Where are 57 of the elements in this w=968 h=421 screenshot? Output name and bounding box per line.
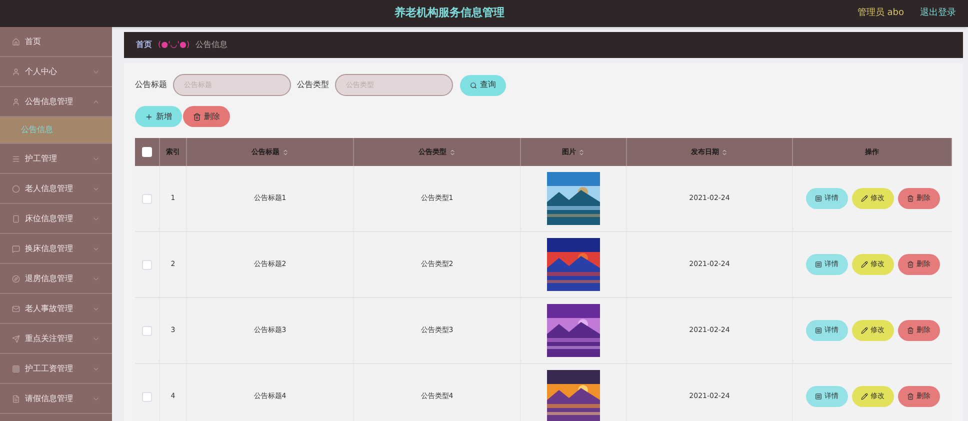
user-icon <box>12 98 20 106</box>
plus-icon <box>145 112 153 120</box>
list-icon <box>814 393 822 400</box>
add-button[interactable]: 新增 <box>135 106 182 127</box>
document-icon <box>12 394 20 402</box>
list-icon <box>814 195 822 202</box>
pencil-icon <box>860 195 868 202</box>
checkbox[interactable] <box>142 260 152 270</box>
menu-icon <box>12 154 20 162</box>
sort-icon <box>282 148 288 156</box>
pencil-icon <box>860 261 868 268</box>
sidebar-item[interactable]: 退房信息管理 <box>0 264 112 294</box>
sort-icon <box>578 148 585 156</box>
logout-link[interactable]: 退出登录 <box>920 6 956 20</box>
sidebar-item[interactable]: 护工工资管理 <box>0 354 112 384</box>
breadcrumb-separator: (●'◡'●) <box>158 39 190 51</box>
send-icon <box>12 334 20 342</box>
pencil-icon <box>860 327 868 334</box>
checkbox[interactable] <box>142 392 152 402</box>
checkbox[interactable] <box>142 326 152 336</box>
bulk-delete-button[interactable]: 删除 <box>183 106 230 127</box>
user-icon <box>12 68 20 76</box>
list-icon <box>814 327 822 334</box>
trash-icon <box>906 393 914 400</box>
sidebar-item[interactable]: 换床信息管理 <box>0 234 112 264</box>
grid-icon <box>12 364 20 372</box>
sidebar-item[interactable]: 重点关注管理 <box>0 324 112 354</box>
sidebar-item[interactable]: 老人事故管理 <box>0 294 112 324</box>
sidebar-item[interactable]: 护工管理 <box>0 144 112 174</box>
pencil-icon <box>860 393 868 400</box>
trash-icon <box>906 261 914 268</box>
circle-icon <box>12 184 20 192</box>
sidebar-item[interactable]: 请假信息管理 <box>0 384 112 414</box>
list-icon <box>814 261 822 268</box>
breadcrumb-home-link[interactable]: 首页 <box>136 39 152 51</box>
sort-icon <box>448 148 456 156</box>
sidebar-item[interactable]: 床位信息管理 <box>0 204 112 234</box>
field-label: 公告标题 <box>135 79 167 91</box>
trash-icon <box>193 112 201 120</box>
trash-icon <box>906 327 914 334</box>
phone-icon <box>12 214 20 222</box>
search-icon <box>470 82 477 88</box>
mail-icon <box>12 304 20 312</box>
home-icon <box>12 38 20 46</box>
sidebar-item[interactable]: 首页 <box>0 27 112 57</box>
user-label: 管理员 abo <box>857 6 904 20</box>
trash-icon <box>906 195 914 202</box>
sidebar-item[interactable]: 个人中心 <box>0 57 112 87</box>
compass-icon <box>12 274 20 282</box>
breadcrumb-current: 公告信息 <box>196 39 228 51</box>
field-label: 公告类型 <box>297 79 329 91</box>
search-button[interactable]: 查询 <box>460 74 506 96</box>
chat-icon <box>12 244 20 252</box>
sidebar-item[interactable]: 老人信息管理 <box>0 174 112 204</box>
sort-icon <box>721 148 728 156</box>
app-title: 养老机构服务信息管理 <box>394 5 505 22</box>
checkbox[interactable] <box>142 194 152 204</box>
